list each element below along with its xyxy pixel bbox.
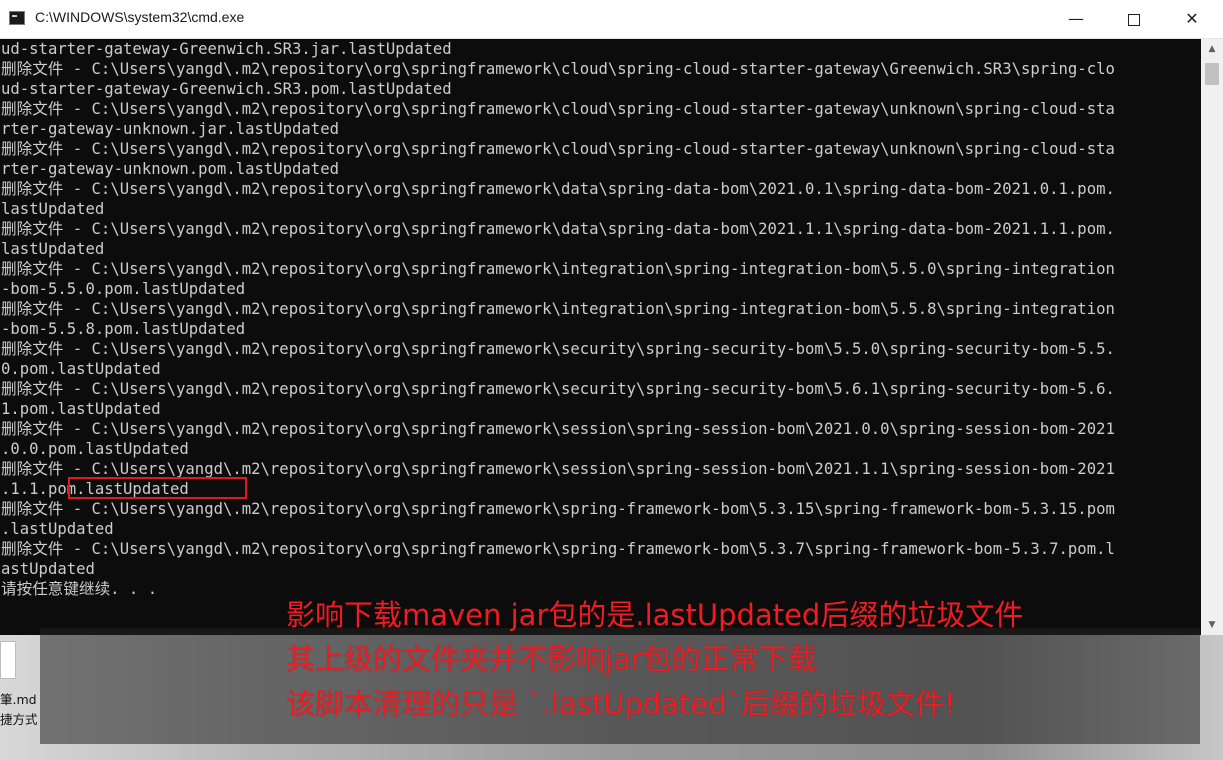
console-line: astUpdated <box>1 560 95 578</box>
console-line: 删除文件 - C:\Users\yangd\.m2\repository\org… <box>1 460 1115 478</box>
console-line: 删除文件 - C:\Users\yangd\.m2\repository\org… <box>1 380 1115 398</box>
console-line: 删除文件 - C:\Users\yangd\.m2\repository\org… <box>1 500 1115 518</box>
console-line: ud-starter-gateway-Greenwich.SR3.jar.las… <box>1 40 452 58</box>
desktop-shortcut-label[interactable]: 捷方式 <box>0 709 38 728</box>
console-line: 删除文件 - C:\Users\yangd\.m2\repository\org… <box>1 420 1115 438</box>
console-line: 请按任意键继续. . . <box>1 580 158 598</box>
console-line: 1.pom.lastUpdated <box>1 400 161 418</box>
console-line: rter-gateway-unknown.pom.lastUpdated <box>1 160 339 178</box>
console-line: 删除文件 - C:\Users\yangd\.m2\repository\org… <box>1 220 1115 238</box>
desktop-file-label[interactable]: 筆.md <box>0 689 37 708</box>
console-line: 删除文件 - C:\Users\yangd\.m2\repository\org… <box>1 60 1115 78</box>
scroll-thumb[interactable] <box>1205 63 1219 85</box>
console-line: 0.pom.lastUpdated <box>1 360 161 378</box>
console-line: 删除文件 - C:\Users\yangd\.m2\repository\org… <box>1 100 1115 118</box>
minimize-button[interactable]: — <box>1047 0 1105 38</box>
console-lines: ud-starter-gateway-Greenwich.SR3.jar.las… <box>0 39 1201 599</box>
console-line: 删除文件 - C:\Users\yangd\.m2\repository\org… <box>1 340 1115 358</box>
console-line: rter-gateway-unknown.jar.lastUpdated <box>1 120 339 138</box>
scroll-up-arrow-icon[interactable]: ▲ <box>1201 39 1223 59</box>
console-line: 删除文件 - C:\Users\yangd\.m2\repository\org… <box>1 300 1115 318</box>
annotation-line-2: 其上级的文件夹并不影响jar包的正常下载 <box>286 642 817 676</box>
console-line: ud-starter-gateway-Greenwich.SR3.pom.las… <box>1 80 452 98</box>
close-button[interactable]: ✕ <box>1163 0 1221 38</box>
maximize-icon <box>1128 13 1140 26</box>
console-line: 删除文件 - C:\Users\yangd\.m2\repository\org… <box>1 260 1115 278</box>
console-line: lastUpdated <box>1 240 105 258</box>
highlight-box <box>68 477 247 499</box>
vertical-scrollbar[interactable]: ▲ ▼ <box>1201 39 1223 635</box>
maximize-button[interactable] <box>1105 0 1163 38</box>
console-line: lastUpdated <box>1 200 105 218</box>
console-line: .lastUpdated <box>1 520 114 538</box>
title-bar[interactable]: C:\WINDOWS\system32\cmd.exe — ✕ <box>0 0 1223 39</box>
console-line: -bom-5.5.0.pom.lastUpdated <box>1 280 246 298</box>
annotation-line-1: 影响下载maven jar包的是.lastUpdated后缀的垃圾文件 <box>286 598 1024 632</box>
console-line: 删除文件 - C:\Users\yangd\.m2\repository\org… <box>1 140 1115 158</box>
console-line: 删除文件 - C:\Users\yangd\.m2\repository\org… <box>1 540 1115 558</box>
annotation-line-3: 该脚本清理的只是 `.lastUpdated`后缀的垃圾文件! <box>286 687 956 721</box>
console-line: .0.0.pom.lastUpdated <box>1 440 189 458</box>
file-icon[interactable] <box>0 641 16 679</box>
console-line: 删除文件 - C:\Users\yangd\.m2\repository\org… <box>1 180 1115 198</box>
console-icon <box>9 11 25 25</box>
scroll-down-arrow-icon[interactable]: ▼ <box>1201 615 1223 635</box>
console-line: -bom-5.5.8.pom.lastUpdated <box>1 320 246 338</box>
window-title: C:\WINDOWS\system32\cmd.exe <box>35 9 245 25</box>
